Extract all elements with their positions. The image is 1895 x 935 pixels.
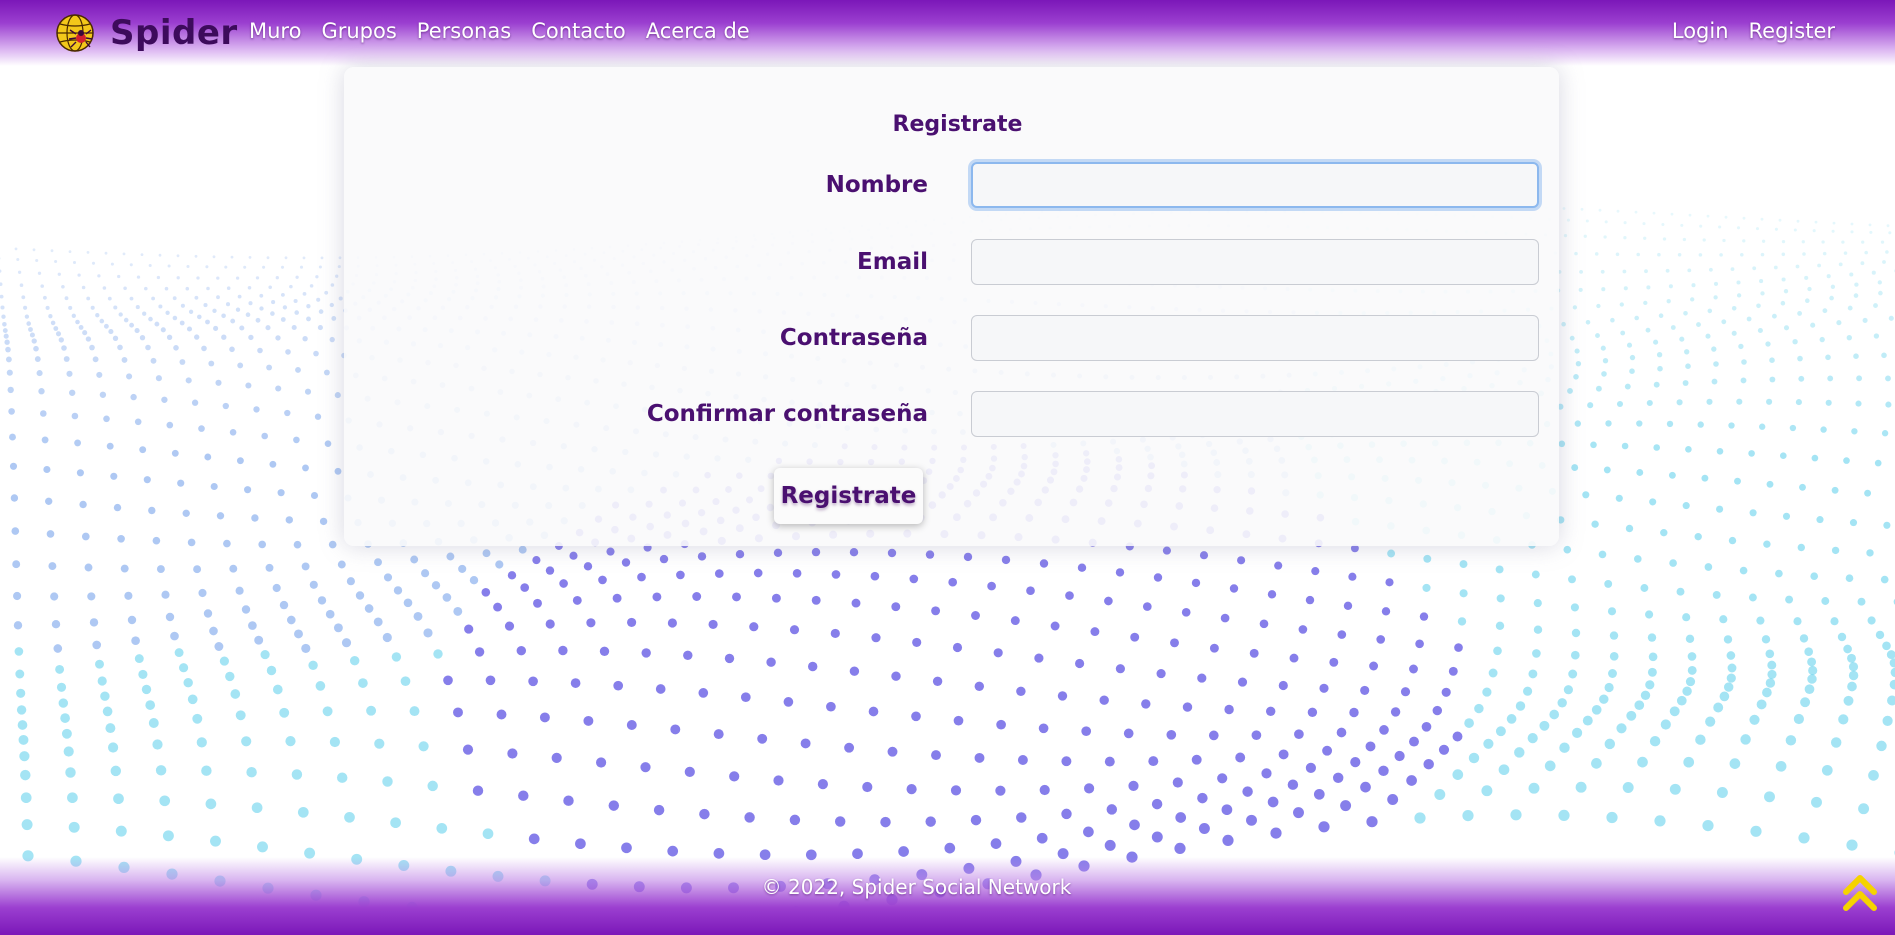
footer: © 2022, Spider Social Network [0, 857, 1895, 935]
password-row: Contraseña [344, 315, 1559, 363]
login-link[interactable]: Login [1672, 19, 1729, 43]
confirm-password-input[interactable] [971, 391, 1539, 437]
top-navbar: Spider Muro Grupos Personas Contacto Ace… [0, 0, 1895, 66]
brand-name: Spider [110, 13, 238, 53]
confirm-password-label: Confirmar contraseña [646, 401, 928, 427]
register-card: Registrate Nombre Email Contraseña Confi… [344, 67, 1559, 546]
nav-link-contacto[interactable]: Contacto [531, 19, 626, 43]
confirm-password-row: Confirmar contraseña [344, 391, 1559, 439]
password-input[interactable] [971, 315, 1539, 361]
password-label: Contraseña [779, 325, 928, 351]
brand[interactable]: Spider [54, 12, 238, 54]
nombre-label: Nombre [825, 172, 928, 198]
nav-link-muro[interactable]: Muro [249, 19, 301, 43]
spider-globe-icon [56, 14, 94, 52]
footer-copyright: © 2022, Spider Social Network [761, 875, 1072, 899]
email-input[interactable] [971, 239, 1539, 285]
email-label: Email [857, 249, 928, 275]
nav-link-acerca-de[interactable]: Acerca de [646, 19, 750, 43]
double-chevron-up-icon[interactable] [1842, 872, 1878, 912]
nav-link-grupos[interactable]: Grupos [321, 19, 396, 43]
main-nav: Muro Grupos Personas Contacto Acerca de [249, 19, 770, 43]
form-title: Registrate [892, 112, 1023, 137]
email-row: Email [344, 239, 1559, 287]
nombre-row: Nombre [344, 162, 1559, 210]
register-link[interactable]: Register [1749, 19, 1835, 43]
auth-links: Login Register [1652, 19, 1835, 43]
nombre-input[interactable] [971, 162, 1539, 208]
nav-link-personas[interactable]: Personas [417, 19, 511, 43]
register-submit-button[interactable]: Registrate [774, 468, 923, 524]
